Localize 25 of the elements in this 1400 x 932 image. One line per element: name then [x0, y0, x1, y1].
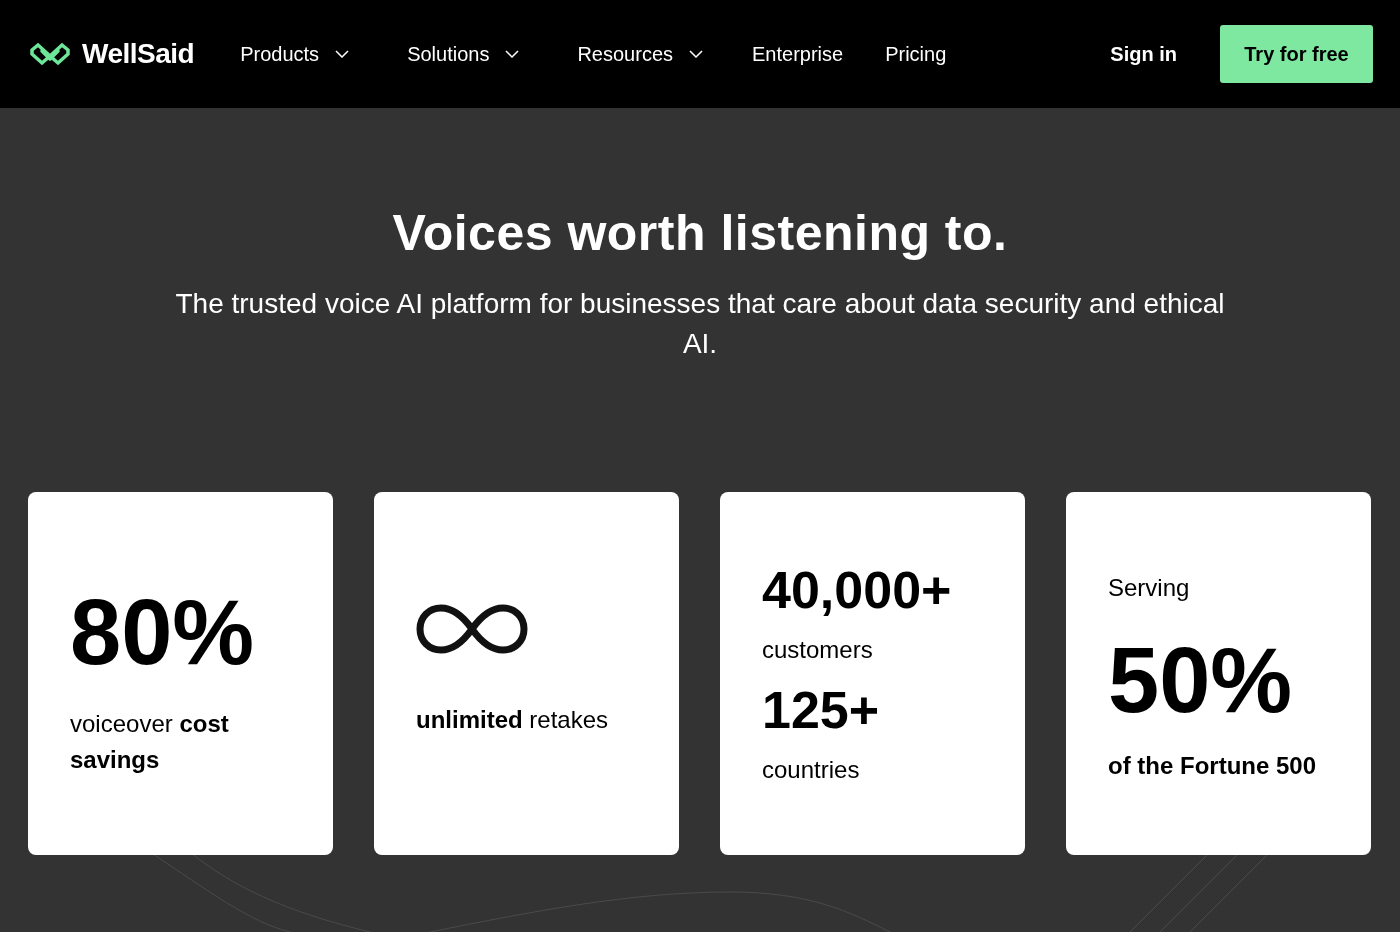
stat-caption: unlimited retakes — [416, 704, 610, 735]
stat-number: 40,000+ — [762, 563, 953, 616]
stat-number: 80% — [70, 585, 256, 678]
stat-caption: countries — [762, 754, 861, 785]
stat-caption: Serving — [1108, 572, 1191, 603]
infinity-icon — [416, 603, 528, 654]
sign-in-link[interactable]: Sign in — [1110, 39, 1177, 69]
brand-name[interactable]: WellSaid — [82, 33, 195, 75]
nav-link[interactable]: Enterprise — [752, 39, 844, 69]
nav-link[interactable]: Resources — [577, 39, 703, 69]
logo-icon — [28, 42, 72, 66]
stat-caption: voiceover cost savings — [70, 708, 230, 775]
stat-number: 125+ — [762, 683, 881, 736]
nav-link[interactable]: Products — [240, 39, 350, 69]
chevron-down-icon — [335, 50, 350, 58]
chevron-down-icon — [505, 50, 520, 58]
stat-caption: of the Fortune 500 — [1108, 750, 1318, 781]
stat-caption: customers — [762, 634, 874, 665]
hero-subtitle: The trusted voice AI platform for businesses that care about data security and ethical AI. — [174, 287, 1226, 361]
nav-link[interactable]: Solutions — [407, 39, 520, 69]
try-for-free-button[interactable]: Try for free — [1220, 25, 1373, 83]
stat-number: 50% — [1108, 633, 1294, 726]
hero-title: Voices worth listening to. — [392, 208, 1008, 258]
chevron-down-icon — [689, 50, 703, 58]
nav-link[interactable]: Pricing — [885, 39, 947, 69]
